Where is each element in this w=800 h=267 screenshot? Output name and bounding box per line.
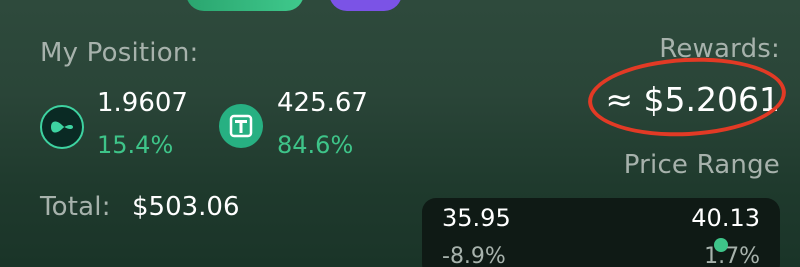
total-label: Total: xyxy=(40,192,111,222)
tether-icon xyxy=(219,104,263,148)
price-range-label: Price Range xyxy=(623,150,780,180)
current-price-marker xyxy=(714,238,728,252)
secondary-action-button[interactable] xyxy=(329,0,402,11)
range-max-price: 40.13 xyxy=(691,204,760,232)
token-a-amount: 1.9607 xyxy=(97,88,188,118)
range-max-change: 1.7% xyxy=(704,244,760,267)
token-a-icon xyxy=(40,105,84,149)
annotation-circle xyxy=(586,52,788,142)
my-position-label: My Position: xyxy=(40,38,199,68)
tether-percent: 84.6% xyxy=(277,131,354,159)
primary-action-button[interactable] xyxy=(186,0,304,11)
tether-amount: 425.67 xyxy=(277,88,368,118)
total-value: $503.06 xyxy=(132,192,240,222)
range-min-price: 35.95 xyxy=(442,204,511,232)
price-range-panel: 35.95 40.13 -8.9% 1.7% xyxy=(422,198,780,267)
range-min-change: -8.9% xyxy=(442,244,506,267)
token-a-percent: 15.4% xyxy=(97,131,174,159)
